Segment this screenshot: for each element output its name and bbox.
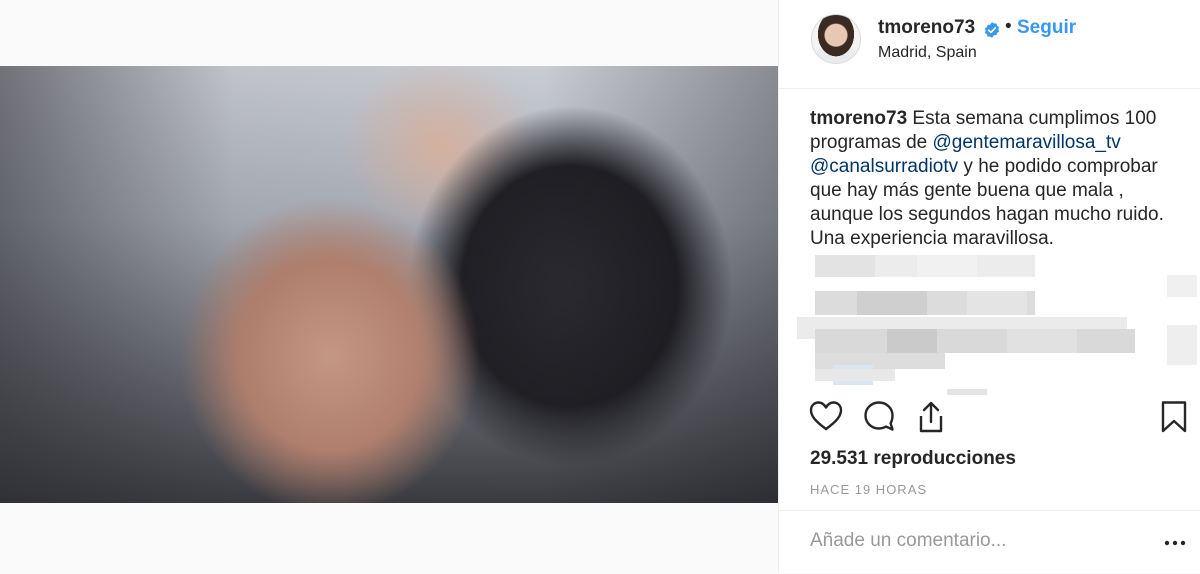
username-link[interactable]: tmoreno73	[878, 17, 975, 39]
caption-username[interactable]: tmoreno73	[810, 108, 907, 129]
media-pane	[0, 0, 778, 573]
avatar[interactable]	[811, 14, 861, 64]
bookmark-icon[interactable]	[1160, 400, 1188, 434]
follow-button[interactable]: Seguir	[1017, 17, 1076, 39]
heart-icon[interactable]	[809, 400, 843, 432]
comment-icon[interactable]	[863, 400, 895, 432]
more-options-icon[interactable]	[1163, 531, 1187, 555]
comment-bar	[779, 510, 1200, 574]
post-timestamp[interactable]: HACE 19 HORAS	[810, 482, 927, 497]
pixelated-comments	[797, 255, 1197, 395]
post-caption: tmoreno73 Esta semana cumplimos 100 prog…	[810, 107, 1180, 251]
mention-canalsurradio[interactable]: @canalsurradiotv	[810, 156, 958, 177]
mention-gentemaravillosa[interactable]: @gentemaravillosa_tv	[933, 132, 1121, 153]
comment-input[interactable]	[808, 525, 1132, 557]
post-sidebar: tmoreno73 • Seguir Madrid, Spain tmoreno…	[778, 0, 1200, 573]
video-frame	[0, 66, 778, 503]
post-video[interactable]	[0, 66, 778, 503]
views-count[interactable]: 29.531 reproducciones	[810, 448, 1016, 470]
location-link[interactable]: Madrid, Spain	[878, 44, 977, 62]
verified-badge-icon	[984, 22, 1000, 38]
action-bar	[779, 400, 1200, 440]
share-icon[interactable]	[916, 400, 946, 434]
separator-dot: •	[1005, 16, 1012, 37]
post-header: tmoreno73 • Seguir Madrid, Spain	[779, 0, 1200, 89]
